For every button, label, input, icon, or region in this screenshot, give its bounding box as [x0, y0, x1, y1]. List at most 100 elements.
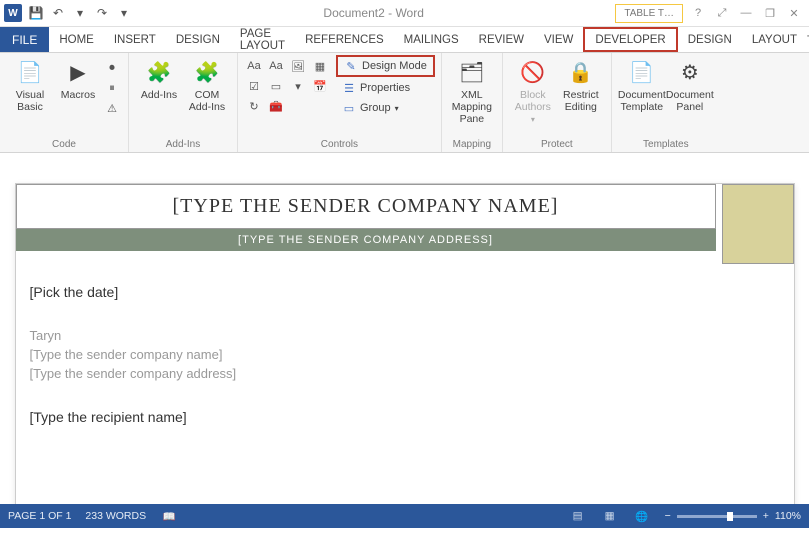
customize-qat-icon[interactable]: ▾	[116, 5, 132, 21]
group-code: 📄 Visual Basic ▶ Macros ⏺ ⏸ ⚠ Code	[0, 53, 129, 152]
group-controls-label: Controls	[244, 139, 435, 152]
zoom-thumb[interactable]	[727, 512, 733, 521]
header-table: [TYPE THE SENDER COMPANY NAME] [TYPE THE…	[16, 184, 794, 264]
undo-icon[interactable]: ↶	[50, 5, 66, 21]
record-macro-icon[interactable]: ⏺	[102, 59, 122, 77]
pause-recording-icon[interactable]: ⏸	[102, 79, 122, 97]
visual-basic-label: Visual Basic	[6, 89, 54, 113]
help-icon[interactable]: ?	[691, 6, 705, 20]
tab-mailings[interactable]: MAILINGS	[394, 27, 469, 52]
properties-button[interactable]: ☰ Properties	[336, 79, 435, 97]
tab-table-design[interactable]: DESIGN	[678, 27, 742, 52]
datepicker-control-icon[interactable]: 📅	[310, 77, 330, 95]
zoom-track[interactable]	[677, 515, 757, 518]
table-tools-context-tab[interactable]: TABLE T…	[615, 4, 683, 23]
tab-home[interactable]: HOME	[49, 27, 104, 52]
xml-mapping-icon: 🗂	[457, 57, 487, 87]
date-placeholder[interactable]: [Pick the date]	[30, 284, 780, 300]
repeating-control-icon[interactable]: ↻	[244, 97, 264, 115]
addins-icon: 🧩	[144, 57, 174, 87]
print-layout-icon[interactable]: ▦	[601, 509, 619, 523]
ribbon-display-icon[interactable]: ⤢	[715, 6, 729, 20]
word-count-status[interactable]: 233 WORDS	[85, 510, 146, 522]
document-panel-icon: ⚙	[675, 57, 705, 87]
rich-text-control-icon[interactable]: Aa	[244, 57, 264, 75]
recipient-name-placeholder[interactable]: [Type the recipient name]	[30, 409, 780, 425]
tab-insert[interactable]: INSERT	[104, 27, 166, 52]
window-title: Document2 - Word	[132, 6, 615, 20]
company-address-placeholder[interactable]: [TYPE THE SENDER COMPANY ADDRESS]	[16, 229, 716, 251]
ribbon: 📄 Visual Basic ▶ Macros ⏺ ⏸ ⚠ Code 🧩 Add…	[0, 53, 809, 153]
read-mode-icon[interactable]: ▤	[569, 509, 587, 523]
group-templates-label: Templates	[618, 139, 714, 152]
window-controls: ? ⤢ — ❐ ✕	[683, 6, 809, 20]
tab-view[interactable]: VIEW	[534, 27, 583, 52]
company-name-placeholder[interactable]: [TYPE THE SENDER COMPANY NAME]	[16, 184, 716, 229]
checkbox-control-icon[interactable]: ☑	[244, 77, 264, 95]
sender-name[interactable]: Taryn	[30, 328, 780, 343]
group-protect: 🚫 Block Authors ▾ 🔒 Restrict Editing Pro…	[503, 53, 612, 152]
com-addins-button[interactable]: 🧩 COM Add-Ins	[183, 55, 231, 113]
picture-control-icon[interactable]: 🖼	[288, 57, 308, 75]
visual-basic-button[interactable]: 📄 Visual Basic	[6, 55, 54, 113]
tab-review[interactable]: REVIEW	[469, 27, 534, 52]
minimize-icon[interactable]: —	[739, 6, 753, 20]
group-addins-label: Add-Ins	[135, 139, 231, 152]
macros-button[interactable]: ▶ Macros	[54, 55, 102, 101]
title-bar: W 💾 ↶ ▾ ↷ ▾ Document2 - Word TABLE T… ? …	[0, 0, 809, 27]
restore-icon[interactable]: ❐	[763, 6, 777, 20]
sender-address-placeholder[interactable]: [Type the sender company address]	[30, 366, 780, 381]
zoom-level[interactable]: 110%	[775, 510, 801, 522]
ribbon-tabs: FILE HOME INSERT DESIGN PAGE LAYOUT REFE…	[0, 27, 809, 53]
logo-cell[interactable]	[722, 184, 794, 264]
building-block-control-icon[interactable]: ▦	[310, 57, 330, 75]
web-layout-icon[interactable]: 🌐	[633, 509, 651, 523]
restrict-editing-icon: 🔒	[566, 57, 596, 87]
document-template-button[interactable]: 📄 Document Template	[618, 55, 666, 113]
tab-design[interactable]: DESIGN	[166, 27, 230, 52]
sender-company-placeholder[interactable]: [Type the sender company name]	[30, 347, 780, 362]
tab-table-layout[interactable]: LAYOUT	[742, 27, 807, 52]
addins-button[interactable]: 🧩 Add-Ins	[135, 55, 183, 101]
zoom-slider[interactable]: − + 110%	[665, 510, 801, 522]
combobox-control-icon[interactable]: ▭	[266, 77, 286, 95]
tab-file[interactable]: FILE	[0, 27, 49, 52]
group-mapping: 🗂 XML Mapping Pane Mapping	[442, 53, 503, 152]
save-icon[interactable]: 💾	[28, 5, 44, 21]
group-icon: ▭	[342, 101, 356, 115]
quick-access-toolbar: W 💾 ↶ ▾ ↷ ▾	[0, 4, 132, 22]
group-protect-label: Protect	[509, 139, 605, 152]
visual-basic-icon: 📄	[15, 57, 45, 87]
dropdown-control-icon[interactable]: ▾	[288, 77, 308, 95]
word-app-icon[interactable]: W	[4, 4, 22, 22]
xml-mapping-button[interactable]: 🗂 XML Mapping Pane	[448, 55, 496, 125]
block-authors-label: Block Authors	[509, 89, 557, 113]
group-label-text: Group	[360, 102, 391, 114]
zoom-out-icon[interactable]: −	[665, 510, 671, 522]
tab-developer[interactable]: DEVELOPER	[583, 27, 677, 52]
close-icon[interactable]: ✕	[787, 6, 801, 20]
group-addins: 🧩 Add-Ins 🧩 COM Add-Ins Add-Ins	[129, 53, 238, 152]
document-area[interactable]: [TYPE THE SENDER COMPANY NAME] [TYPE THE…	[0, 153, 809, 504]
page-number-status[interactable]: PAGE 1 OF 1	[8, 510, 71, 522]
block-authors-button: 🚫 Block Authors ▾	[509, 55, 557, 124]
macro-security-icon[interactable]: ⚠	[102, 99, 122, 117]
restrict-editing-button[interactable]: 🔒 Restrict Editing	[557, 55, 605, 113]
redo-icon[interactable]: ↷	[94, 5, 110, 21]
design-mode-button[interactable]: ✎ Design Mode	[336, 55, 435, 77]
tab-page-layout[interactable]: PAGE LAYOUT	[230, 27, 295, 52]
properties-icon: ☰	[342, 81, 356, 95]
group-button[interactable]: ▭ Group ▾	[336, 99, 435, 117]
document-panel-button[interactable]: ⚙ Document Panel	[666, 55, 714, 113]
plain-text-control-icon[interactable]: Aa	[266, 57, 286, 75]
document-body[interactable]: [Pick the date] Taryn [Type the sender c…	[16, 264, 794, 449]
legacy-tools-icon[interactable]: 🧰	[266, 97, 286, 115]
tab-references[interactable]: REFERENCES	[295, 27, 394, 52]
spellcheck-icon[interactable]: 📖	[160, 509, 178, 523]
restrict-editing-label: Restrict Editing	[557, 89, 605, 113]
zoom-in-icon[interactable]: +	[763, 510, 769, 522]
group-controls: Aa Aa 🖼 ▦ ☑ ▭ ▾ 📅 ↻ 🧰 ✎	[238, 53, 442, 152]
qa-dropdown-icon[interactable]: ▾	[72, 5, 88, 21]
group-mapping-label: Mapping	[448, 139, 496, 152]
block-authors-icon: 🚫	[518, 57, 548, 87]
